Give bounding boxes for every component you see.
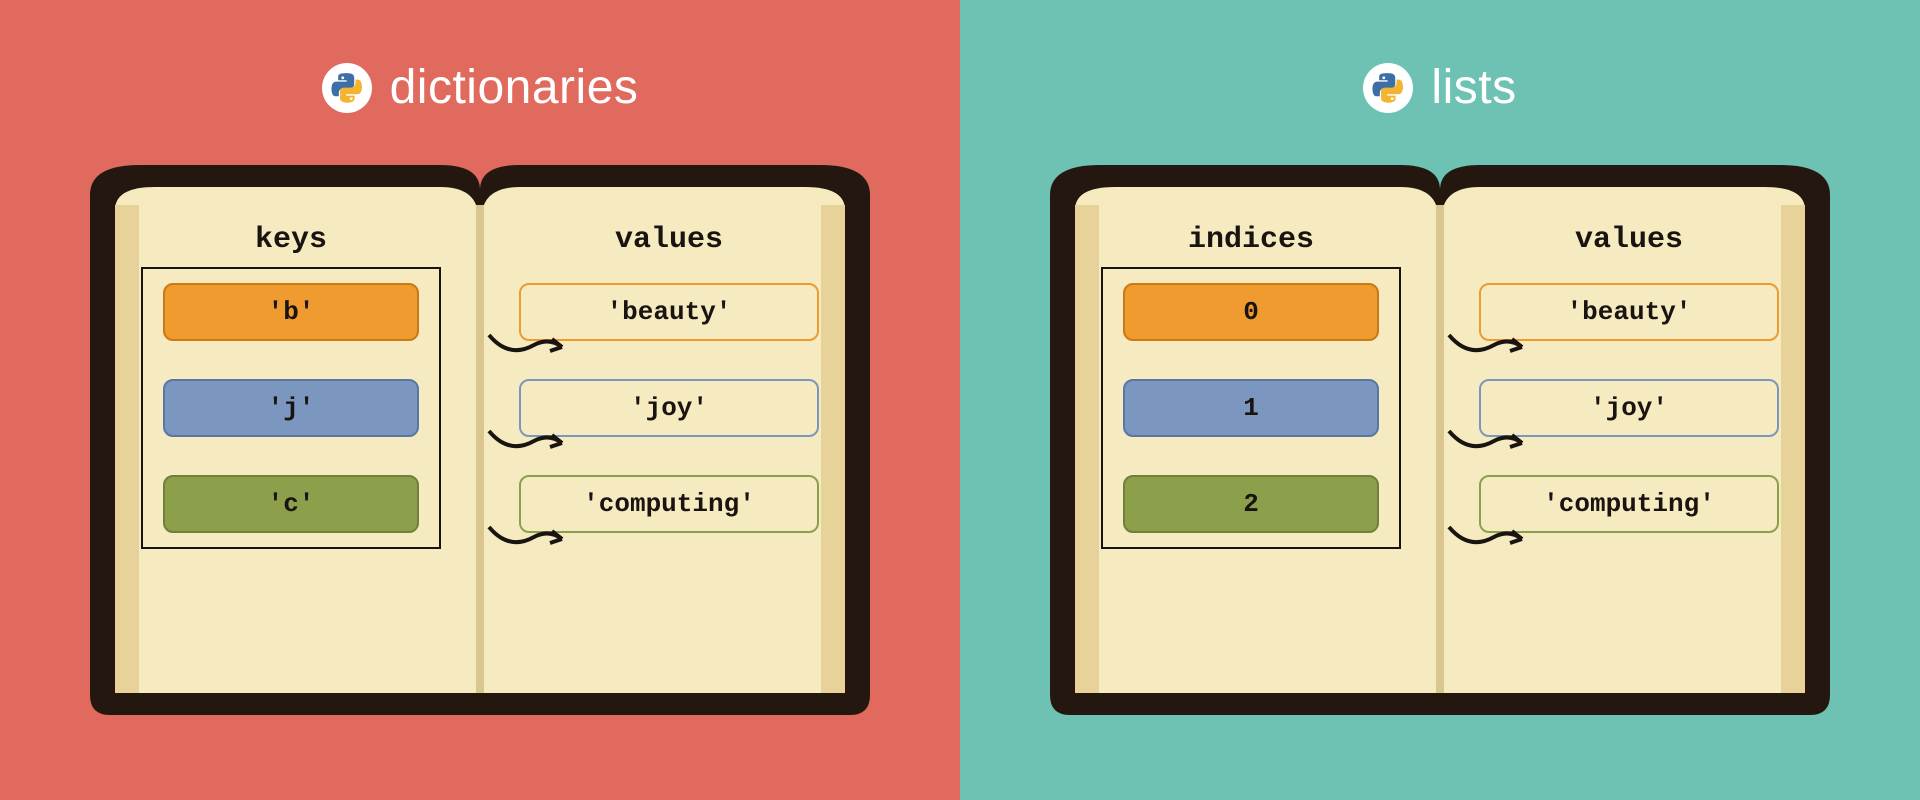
index-pill: 2 — [1123, 475, 1379, 533]
index-pill: 1 — [1123, 379, 1379, 437]
book-lists: indices 0 1 2 values 'beauty' 'joy' 'com… — [1020, 155, 1860, 715]
panel-lists: lists indices 0 1 2 values 'bea — [960, 0, 1920, 800]
book-pages: keys 'b' 'j' 'c' values 'beauty' 'joy' '… — [102, 213, 858, 691]
index-pill: 0 — [1123, 283, 1379, 341]
panel-title: dictionaries — [390, 60, 639, 115]
arrow-icon — [1434, 510, 1544, 568]
python-icon — [1363, 63, 1413, 113]
arrow-icon — [474, 414, 584, 472]
title-row: dictionaries — [322, 60, 639, 115]
column-header-indices: indices — [1188, 223, 1314, 257]
arrow-column — [1434, 318, 1544, 568]
keys-column: keys 'b' 'j' 'c' — [102, 213, 480, 691]
column-header-keys: keys — [255, 223, 327, 257]
column-header-values: values — [1575, 223, 1683, 257]
key-pill: 'b' — [163, 283, 419, 341]
book-pages: indices 0 1 2 values 'beauty' 'joy' 'com… — [1062, 213, 1818, 691]
arrow-icon — [474, 318, 584, 376]
book-dictionaries: keys 'b' 'j' 'c' values 'beauty' 'joy' '… — [60, 155, 900, 715]
panel-dictionaries: dictionaries keys 'b' 'j' 'c' values — [0, 0, 960, 800]
title-row: lists — [1363, 60, 1516, 115]
column-header-values: values — [615, 223, 723, 257]
key-pill: 'c' — [163, 475, 419, 533]
arrow-icon — [1434, 414, 1544, 472]
arrow-column — [474, 318, 584, 568]
arrow-icon — [474, 510, 584, 568]
keys-box: 'b' 'j' 'c' — [141, 267, 441, 549]
panel-title: lists — [1431, 60, 1516, 115]
key-pill: 'j' — [163, 379, 419, 437]
python-icon — [322, 63, 372, 113]
indices-column: indices 0 1 2 — [1062, 213, 1440, 691]
indices-box: 0 1 2 — [1101, 267, 1401, 549]
arrow-icon — [1434, 318, 1544, 376]
